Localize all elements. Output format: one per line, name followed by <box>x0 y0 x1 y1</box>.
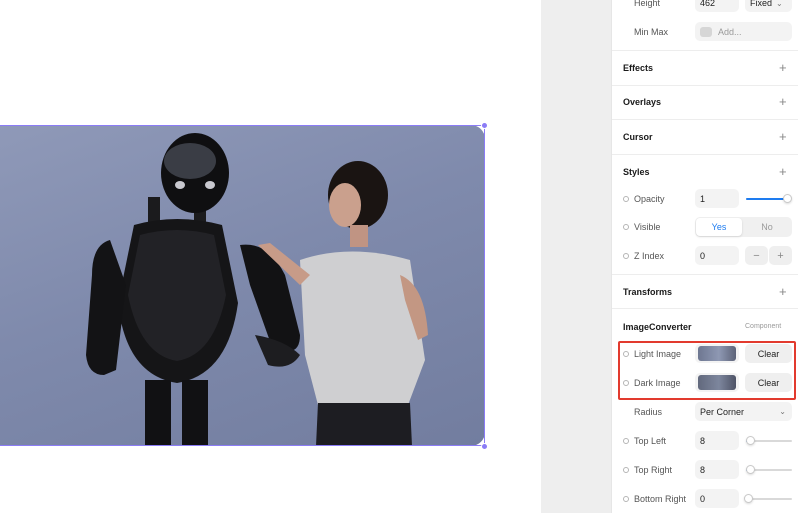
height-label: Height <box>634 0 661 8</box>
visible-no-button[interactable]: No <box>744 218 790 236</box>
add-effect-plus-icon[interactable]: + <box>779 61 787 74</box>
divider <box>612 85 798 86</box>
divider <box>612 119 798 120</box>
top-left-value: 8 <box>700 435 706 446</box>
opacity-value: 1 <box>700 193 706 204</box>
z-index-increment-button[interactable]: + <box>769 246 792 265</box>
section-transforms-title: Transforms <box>623 287 673 297</box>
top-right-slider-knob[interactable] <box>746 465 755 474</box>
divider <box>612 308 798 309</box>
add-cursor-plus-icon[interactable]: + <box>779 130 787 143</box>
visible-dot-icon[interactable] <box>623 224 629 230</box>
z-index-input[interactable]: 0 <box>695 246 739 265</box>
add-style-plus-icon[interactable]: + <box>779 165 787 178</box>
top-right-label: Top Right <box>634 465 673 475</box>
selection-frame <box>0 125 485 446</box>
height-mode-value: Fixed <box>750 0 773 8</box>
resize-handle-bottom-right[interactable] <box>481 443 488 450</box>
component-name: ImageConverter <box>623 322 692 332</box>
chevron-down-icon: ⌄ <box>779 407 786 416</box>
min-max-icon <box>700 26 712 37</box>
height-mode-select[interactable]: Fixed ⌄ <box>745 0 792 12</box>
component-badge: Component <box>745 323 782 330</box>
divider <box>612 50 798 51</box>
annotation-highlight-box <box>618 341 796 400</box>
top-left-dot-icon[interactable] <box>623 438 629 444</box>
radius-value: Per Corner <box>700 406 745 417</box>
bottom-right-input[interactable]: 0 <box>695 489 739 508</box>
opacity-label: Opacity <box>634 194 665 204</box>
opacity-input[interactable]: 1 <box>695 189 739 208</box>
section-cursor-title: Cursor <box>623 132 653 142</box>
opacity-dot-icon[interactable] <box>623 196 629 202</box>
divider <box>612 154 798 155</box>
section-overlays-title: Overlays <box>623 97 662 107</box>
min-max-add-field[interactable]: Add... <box>695 22 792 41</box>
z-index-label: Z Index <box>634 251 665 261</box>
top-right-value: 8 <box>700 464 706 475</box>
bottom-right-slider-knob[interactable] <box>744 494 753 503</box>
min-max-label: Min Max <box>634 27 669 37</box>
section-effects-title: Effects <box>623 63 654 73</box>
top-left-input[interactable]: 8 <box>695 431 739 450</box>
top-right-input[interactable]: 8 <box>695 460 739 479</box>
chevron-down-icon: ⌄ <box>776 0 783 8</box>
bottom-right-label: Bottom Right <box>634 494 687 504</box>
canvas-gutter <box>541 0 611 513</box>
bottom-right-value: 0 <box>700 493 706 504</box>
top-right-dot-icon[interactable] <box>623 467 629 473</box>
divider <box>612 274 798 275</box>
visible-label: Visible <box>634 222 661 232</box>
height-value: 462 <box>700 0 716 8</box>
radius-label: Radius <box>634 407 663 417</box>
z-index-value: 0 <box>700 250 706 261</box>
add-overlay-plus-icon[interactable]: + <box>779 95 787 108</box>
section-styles-title: Styles <box>623 167 650 177</box>
visible-yes-button[interactable]: Yes <box>696 218 742 236</box>
top-left-slider-knob[interactable] <box>746 436 755 445</box>
resize-handle-top-right[interactable] <box>481 122 488 129</box>
radius-select[interactable]: Per Corner ⌄ <box>695 402 792 421</box>
properties-panel: Height 462 Fixed ⌄ Min Max Add... Effect… <box>611 0 798 513</box>
z-index-dot-icon[interactable] <box>623 253 629 259</box>
top-left-label: Top Left <box>634 436 667 446</box>
bottom-right-dot-icon[interactable] <box>623 496 629 502</box>
z-index-decrement-button[interactable]: − <box>745 246 768 265</box>
height-input[interactable]: 462 <box>695 0 739 12</box>
opacity-slider-fill <box>746 198 788 200</box>
visible-toggle-group: Yes No <box>695 217 792 237</box>
add-transform-plus-icon[interactable]: + <box>779 285 787 298</box>
min-max-placeholder: Add... <box>718 26 742 37</box>
opacity-slider-knob[interactable] <box>783 194 792 203</box>
